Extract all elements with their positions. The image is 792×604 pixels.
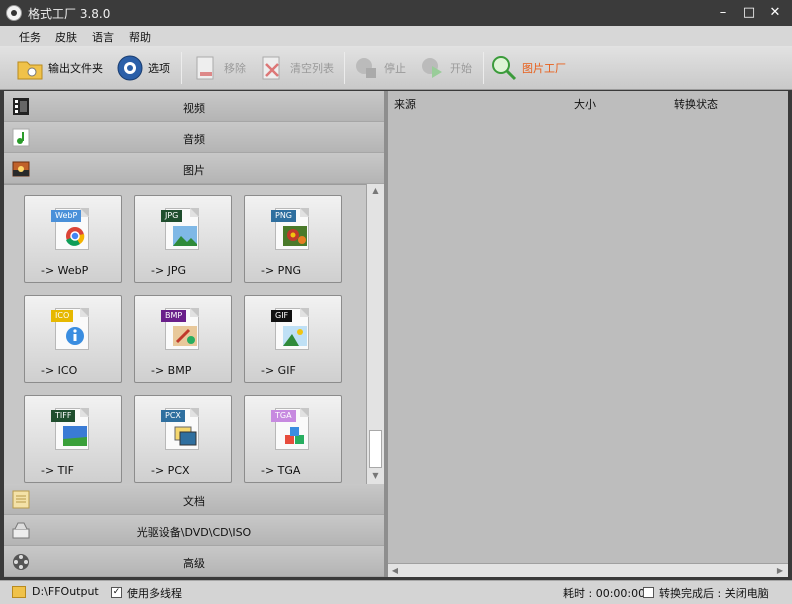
format-tag: WebP (51, 210, 82, 222)
status-bar: D:\FFOutput ✓ 使用多线程 耗时 : 00:00:00 转换完成后 … (0, 580, 792, 604)
format-label: -> TGA (261, 464, 301, 477)
vertical-scrollbar[interactable]: ▲ ▼ (366, 184, 384, 484)
format-tag: JPG (161, 210, 183, 222)
format-label: -> ICO (41, 364, 78, 377)
format-tag: BMP (161, 310, 187, 322)
folder-icon (16, 54, 44, 82)
category-panel: 视频 音频 图片 WebP -> WebP JPG -> JPG PNG -> … (4, 91, 384, 577)
picture-factory-button[interactable]: 图片工厂 (490, 52, 566, 84)
flower-icon (283, 226, 307, 246)
minimize-button[interactable]: – (712, 4, 734, 22)
menu-skin[interactable]: 皮肤 (55, 29, 77, 45)
elapsed-time: 耗时 : 00:00:00 (563, 587, 646, 600)
format-label: -> BMP (151, 364, 192, 377)
format-tag: PCX (161, 410, 185, 422)
cubes-icon (283, 426, 307, 446)
column-header-size[interactable]: 大小 (574, 96, 596, 112)
magnifier-icon (490, 54, 518, 82)
format-tile-pcx[interactable]: PCX -> PCX (134, 395, 232, 483)
window-title: 格式工厂 3.8.0 (28, 7, 111, 21)
close-button[interactable]: ✕ (764, 4, 786, 22)
start-icon (418, 54, 446, 82)
clear-icon (258, 54, 286, 82)
format-tag: TGA (271, 410, 296, 422)
app-logo-icon (6, 5, 22, 21)
format-tile-bmp[interactable]: BMP -> BMP (134, 295, 232, 383)
stop-button[interactable]: 停止 (352, 52, 406, 84)
category-video[interactable]: 视频 (4, 91, 384, 122)
photos-icon (173, 426, 197, 446)
category-disc[interactable]: 光驱设备\DVD\CD\ISO (4, 515, 384, 546)
category-image[interactable]: 图片 (4, 153, 384, 184)
format-tile-jpg[interactable]: JPG -> JPG (134, 195, 232, 283)
landscape-icon (173, 226, 197, 246)
scroll-thumb[interactable] (369, 430, 382, 468)
horizontal-scrollbar[interactable]: ◀ ▶ (388, 563, 788, 577)
toolbar-separator (483, 52, 484, 84)
scroll-left-icon[interactable]: ◀ (388, 564, 402, 577)
after-convert-label: 转换完成后 : 关闭电脑 (659, 587, 769, 600)
format-label: -> PNG (261, 264, 302, 277)
format-tag: TIFF (51, 410, 76, 422)
remove-icon (192, 54, 220, 82)
toolbar-separator (344, 52, 345, 84)
menu-help[interactable]: 帮助 (129, 29, 151, 45)
picture-icon (283, 326, 307, 346)
format-label: -> PCX (151, 464, 190, 477)
paint-icon (173, 326, 197, 346)
title-bar: 格式工厂 3.8.0 – □ ✕ (0, 0, 792, 26)
menu-bar: 任务 皮肤 语言 帮助 (0, 26, 792, 46)
format-tag: GIF (271, 310, 293, 322)
shutdown-checkbox[interactable] (643, 587, 654, 598)
clear-list-button[interactable]: 清空列表 (258, 52, 334, 84)
multithread-checkbox[interactable]: ✓ (111, 587, 122, 598)
folder-icon (12, 586, 26, 598)
menu-task[interactable]: 任务 (19, 29, 41, 45)
options-button[interactable]: 选项 (116, 52, 170, 84)
format-tile-tga[interactable]: TGA -> TGA (244, 395, 342, 483)
format-tile-tif[interactable]: TIFF -> TIF (24, 395, 122, 483)
gear-icon (116, 54, 144, 82)
multithread-label: 使用多线程 (127, 587, 182, 600)
task-list: 来源 大小 转换状态 ◀ ▶ (388, 91, 788, 577)
scroll-right-icon[interactable]: ▶ (773, 564, 787, 577)
format-tile-png[interactable]: PNG -> PNG (244, 195, 342, 283)
output-folder-button[interactable]: 输出文件夹 (16, 52, 103, 84)
start-button[interactable]: 开始 (418, 52, 472, 84)
format-tag: PNG (271, 210, 297, 222)
format-grid: WebP -> WebP JPG -> JPG PNG -> PNG ICO -… (4, 184, 366, 484)
chrome-icon (63, 226, 87, 246)
output-path[interactable]: D:\FFOutput (32, 585, 99, 598)
format-tag: ICO (51, 310, 74, 322)
scroll-down-icon[interactable]: ▼ (367, 469, 384, 483)
column-header-status[interactable]: 转换状态 (674, 96, 718, 112)
stop-icon (352, 54, 380, 82)
format-tile-gif[interactable]: GIF -> GIF (244, 295, 342, 383)
scroll-up-icon[interactable]: ▲ (367, 184, 384, 198)
column-header-source[interactable]: 来源 (394, 96, 416, 112)
toolbar-separator (181, 52, 182, 84)
remove-button[interactable]: 移除 (192, 52, 246, 84)
landscape-icon (63, 426, 87, 446)
category-audio[interactable]: 音频 (4, 122, 384, 153)
category-document[interactable]: 文档 (4, 484, 384, 515)
format-label: -> TIF (41, 464, 74, 477)
menu-language[interactable]: 语言 (92, 29, 114, 45)
category-advanced[interactable]: 高级 (4, 546, 384, 577)
info-icon (63, 326, 87, 346)
toolbar: 输出文件夹 选项 移除 清空列表 停止 开始 图片工厂 (0, 46, 792, 90)
maximize-button[interactable]: □ (738, 4, 760, 22)
format-label: -> WebP (41, 264, 89, 277)
format-label: -> GIF (261, 364, 296, 377)
format-tile-ico[interactable]: ICO -> ICO (24, 295, 122, 383)
format-label: -> JPG (151, 264, 187, 277)
format-tile-webp[interactable]: WebP -> WebP (24, 195, 122, 283)
